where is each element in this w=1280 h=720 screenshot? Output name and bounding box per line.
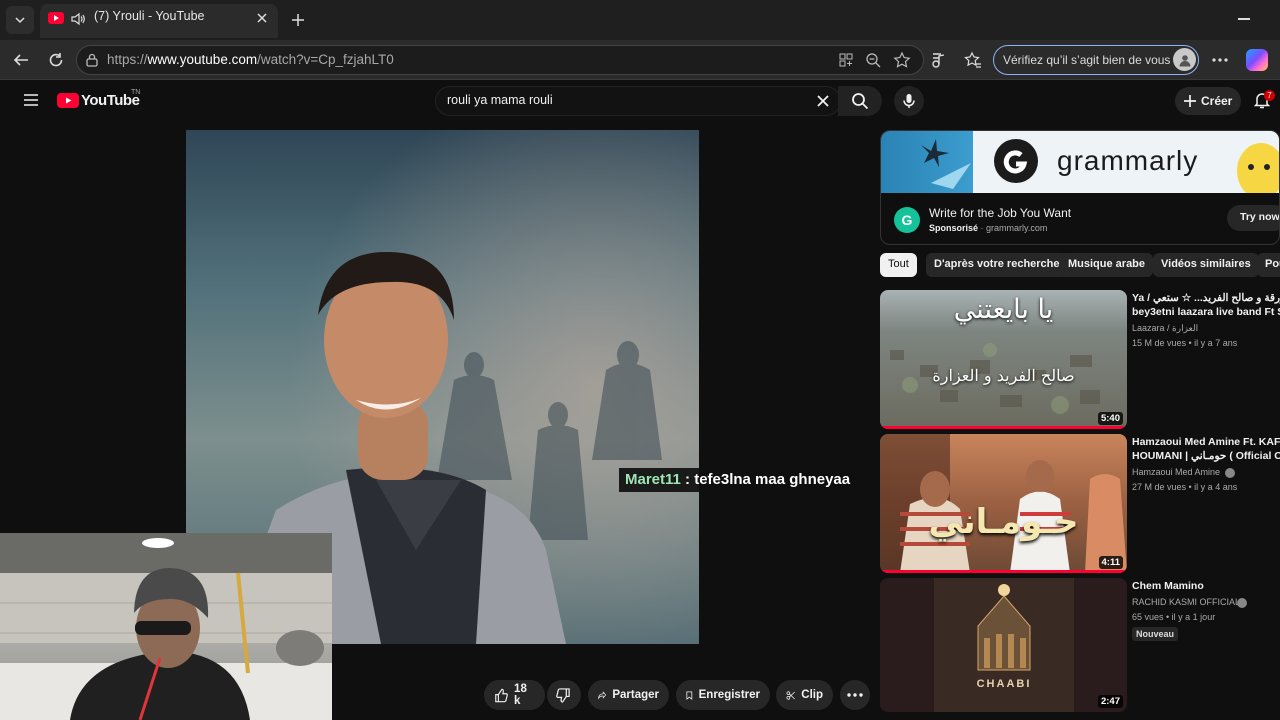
refresh-icon[interactable]	[47, 51, 65, 69]
video-meta: 65 vues • il y a 1 jour	[1132, 612, 1216, 622]
chat-text: : tefe3lna maa ghneyaa	[680, 471, 851, 488]
youtube-favicon-icon	[48, 12, 64, 24]
media-control-icon[interactable]	[929, 51, 947, 69]
video-title[interactable]: Ya / عالم الزرقة و صالح الفريد... ☆ ستعي	[1132, 292, 1280, 305]
microphone-icon	[903, 94, 915, 108]
new-badge: Nouveau	[1132, 627, 1179, 641]
verify-identity-label: Vérifiez qu’il s’agit bien de vous	[1003, 53, 1171, 67]
more-horizontal-icon	[847, 693, 863, 697]
clip-label: Clip	[801, 689, 823, 701]
new-tab-icon[interactable]	[290, 12, 306, 28]
duration-badge: 5:40	[1097, 412, 1123, 425]
ad-banner[interactable]: grammarly	[881, 131, 1279, 193]
verified-check-icon	[1237, 598, 1247, 608]
tab-title: (7) Yrouli - YouTube	[94, 9, 205, 23]
video-thumbnail[interactable]: حـومـاني 4:11	[880, 434, 1127, 573]
ad-domain: · grammarly.com	[980, 223, 1048, 233]
chip-arabic-music[interactable]: Musique arabe	[1060, 253, 1154, 277]
ad-headline: Write for the Job You Want	[929, 206, 1072, 220]
chat-username: Maret11	[625, 471, 681, 488]
share-label: Partager	[612, 689, 659, 701]
voice-search-button[interactable]	[894, 86, 924, 116]
chip-more[interactable]: Pou	[1257, 253, 1280, 277]
duration-badge: 4:11	[1098, 556, 1123, 569]
verified-check-icon	[1225, 468, 1235, 478]
back-arrow-icon[interactable]	[12, 51, 30, 69]
clip-button[interactable]: Clip	[776, 680, 833, 710]
grammarly-icon: G	[894, 207, 920, 233]
video-title[interactable]: bey3etni laazara live band Ft Sa	[1132, 306, 1280, 319]
webcam-overlay	[0, 533, 332, 720]
ad-cta-button[interactable]: Try now	[1227, 205, 1279, 231]
webcam-feed-image	[0, 533, 332, 720]
profile-avatar-icon[interactable]	[1173, 48, 1196, 71]
thumbnail-title-2: صالح الفريد و العزارة	[932, 366, 1075, 385]
video-thumbnail[interactable]: CHAABI 2:47	[880, 578, 1127, 712]
thumbnail-title: CHAABI	[976, 678, 1032, 690]
search-query: rouli ya mama rouli	[447, 93, 553, 107]
thumbs-up-icon	[495, 688, 508, 702]
ad-sponsored: Sponsorisé	[929, 223, 979, 233]
watch-progress-bar	[880, 570, 1127, 573]
notifications-badge: 7	[1264, 90, 1275, 101]
thumbnail-art	[934, 578, 1074, 712]
scissors-icon	[786, 690, 795, 700]
zoom-icon[interactable]	[865, 52, 881, 68]
chip-based-on-search[interactable]: D'après votre recherche	[926, 253, 1068, 277]
tab-list-dropdown-button[interactable]	[6, 6, 34, 34]
save-button[interactable]: Enregistrer	[676, 680, 770, 710]
video-meta: 27 M de vues • il y a 4 ans	[1132, 482, 1238, 492]
youtube-logo-icon[interactable]	[57, 93, 79, 108]
video-meta: 15 M de vues • il y a 7 ans	[1132, 338, 1238, 348]
menu-hamburger-icon[interactable]	[23, 93, 39, 107]
clear-search-icon[interactable]	[816, 94, 830, 108]
channel-name[interactable]: Laazara / العزارة	[1132, 323, 1198, 334]
video-title[interactable]: HOUMANI | حومـاني ( Official Cli	[1132, 450, 1280, 463]
ad-brand: grammarly	[1057, 145, 1199, 176]
channel-name[interactable]: Hamzaoui Med Amine	[1132, 467, 1220, 477]
sponsored-ad-card[interactable]: grammarly G Write for the Job You Want S…	[880, 130, 1280, 245]
chevron-down-icon	[15, 17, 25, 24]
like-count: 18 k	[514, 683, 527, 707]
create-label: Créer	[1201, 94, 1233, 108]
video-title[interactable]: Hamzaoui Med Amine Ft. KAFO	[1132, 436, 1280, 449]
dislike-button[interactable]	[547, 680, 581, 710]
favorites-icon[interactable]	[964, 51, 982, 69]
more-actions-button[interactable]	[840, 680, 870, 710]
thumbnail-title-1: يا بايعتني	[953, 294, 1054, 325]
close-tab-icon[interactable]	[256, 12, 268, 24]
save-label: Enregistrer	[698, 689, 760, 701]
url-text: https://www.youtube.com/watch?v=Cp_fzjah…	[107, 52, 394, 67]
search-icon	[852, 93, 869, 110]
country-code: TN	[131, 89, 141, 96]
video-title[interactable]: Chem Mamino	[1132, 580, 1280, 593]
favorite-star-icon[interactable]	[893, 51, 911, 69]
thumbnail-title: حـومـاني	[928, 502, 1079, 542]
chip-all[interactable]: Tout	[880, 253, 917, 277]
chip-similar-videos[interactable]: Vidéos similaires	[1153, 253, 1259, 277]
like-button[interactable]: 18 k	[484, 680, 545, 710]
copilot-icon[interactable]	[1246, 49, 1268, 71]
more-options-icon[interactable]	[1212, 58, 1228, 62]
site-info-icon[interactable]	[85, 53, 99, 67]
create-button[interactable]: Créer	[1175, 87, 1241, 115]
tab-audio-icon[interactable]	[70, 11, 86, 27]
minimize-window-icon[interactable]	[1238, 18, 1250, 20]
app-available-icon[interactable]	[838, 52, 854, 68]
search-button[interactable]	[838, 86, 882, 116]
watch-progress-bar	[880, 426, 1127, 429]
plus-icon	[1184, 95, 1196, 107]
share-icon	[598, 690, 607, 700]
chat-message-overlay: Maret11 : tefe3lna maa ghneyaa	[619, 468, 857, 492]
duration-badge: 2:47	[1097, 695, 1123, 708]
thumbs-down-icon	[556, 687, 570, 703]
bookmark-icon	[686, 691, 693, 700]
ad-meta: Sponsorisé · grammarly.com	[929, 223, 1047, 233]
video-thumbnail[interactable]: يا بايعتني صالح الفريد و العزارة 5:40	[880, 290, 1127, 429]
channel-name[interactable]: RACHID KASMI OFFICIAL	[1132, 597, 1240, 607]
share-button[interactable]: Partager	[588, 680, 669, 710]
